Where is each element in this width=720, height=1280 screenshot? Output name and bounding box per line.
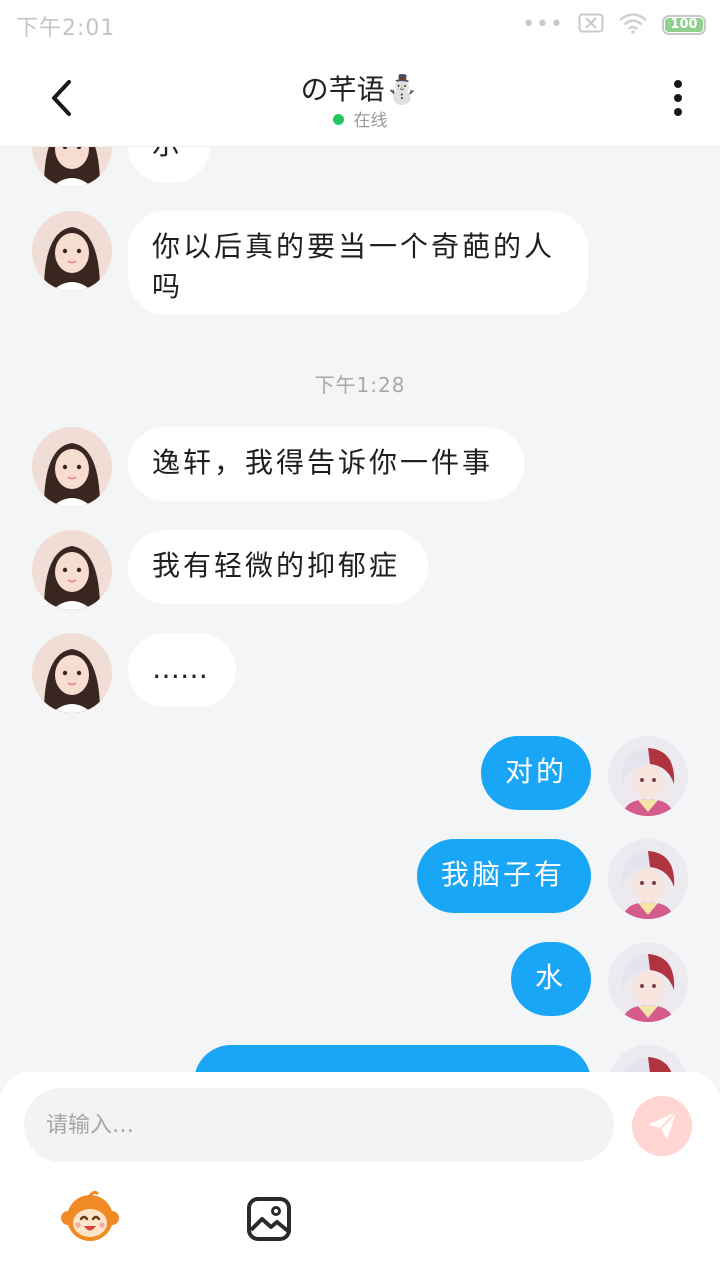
message-bubble-outgoing[interactable]: 对的 <box>481 736 591 810</box>
image-picker-button[interactable] <box>246 1196 294 1242</box>
signal-dots-icon: ••• <box>522 12 564 37</box>
send-button[interactable] <box>632 1096 692 1156</box>
chat-screen: 下午2:01 ••• 100 の芊语⛄ 在线 你以后真的要当一个奇葩的人 吗 下… <box>0 0 720 1280</box>
no-sim-icon <box>578 13 604 37</box>
my-avatar[interactable] <box>608 839 688 919</box>
message-list[interactable]: 示 你以后真的要当一个奇葩的人 吗 下午1:28 <box>0 147 720 1073</box>
message-bubble-outgoing[interactable]: … <box>194 1045 591 1073</box>
battery-icon: 100 <box>662 15 706 35</box>
message-timestamp: 下午1:28 <box>314 373 406 397</box>
image-icon <box>247 1197 291 1241</box>
message-bubble-incoming[interactable]: 示 <box>128 147 210 183</box>
contact-avatar[interactable] <box>32 427 112 507</box>
paper-plane-icon <box>648 1111 677 1140</box>
input-panel <box>0 1072 720 1280</box>
message-bubble-incoming[interactable]: 我有轻微的抑郁症 <box>128 530 428 604</box>
my-avatar[interactable] <box>608 736 688 816</box>
back-button[interactable] <box>36 72 88 124</box>
monkey-sticker-icon <box>61 1190 119 1241</box>
contact-avatar[interactable] <box>32 530 112 610</box>
message-bubble-incoming[interactable]: 你以后真的要当一个奇葩的人 吗 <box>128 211 588 315</box>
more-vertical-icon <box>674 80 682 116</box>
message-bubble-incoming[interactable]: 逸轩，我得告诉你一件事 <box>128 427 524 501</box>
my-avatar[interactable] <box>608 942 688 1022</box>
chat-header: の芊语⛄ 在线 <box>0 50 720 147</box>
status-time: 下午2:01 <box>16 16 116 41</box>
online-status-label: 在线 <box>353 111 388 131</box>
online-dot <box>332 114 344 125</box>
message-line: 吗 <box>152 270 184 303</box>
message-input[interactable] <box>24 1088 614 1162</box>
wifi-icon <box>618 12 648 38</box>
message-bubble-outgoing[interactable]: 水 <box>511 942 591 1016</box>
contact-avatar[interactable] <box>32 211 112 291</box>
battery-level: 100 <box>665 18 703 32</box>
message-line: 你以后真的要当一个奇葩的人 <box>152 230 556 263</box>
contact-avatar[interactable] <box>32 147 112 187</box>
chevron-left-icon <box>52 80 71 116</box>
message-bubble-incoming[interactable]: …… <box>128 633 236 707</box>
status-bar: 下午2:01 ••• 100 <box>0 0 720 50</box>
message-bubble-outgoing[interactable]: 我脑子有 <box>417 839 591 913</box>
online-status: 在线 <box>160 106 560 131</box>
status-icons: ••• 100 <box>522 12 706 38</box>
more-options-button[interactable] <box>656 72 700 124</box>
contact-name: の芊语⛄ <box>300 73 420 106</box>
contact-avatar[interactable] <box>32 633 112 713</box>
my-avatar[interactable] <box>608 1045 688 1073</box>
sticker-button[interactable] <box>60 1188 120 1244</box>
